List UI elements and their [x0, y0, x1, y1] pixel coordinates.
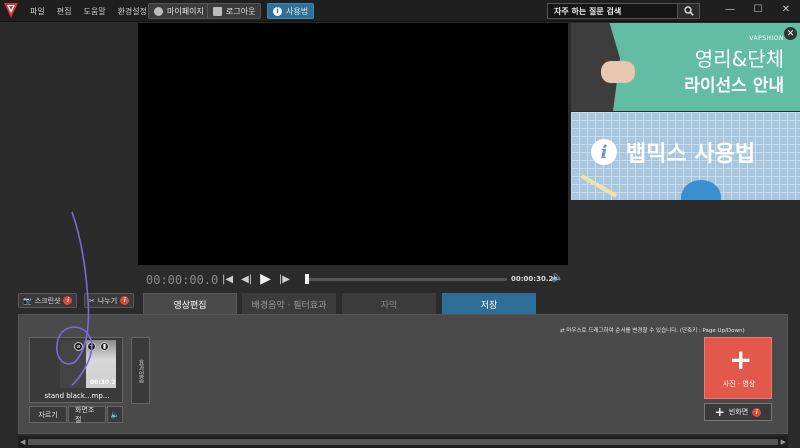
step-back-icon[interactable]: ◀|: [241, 274, 252, 285]
minimize-icon[interactable]: —: [716, 2, 744, 16]
maximize-icon[interactable]: ☐: [744, 2, 772, 16]
clip-volume-icon[interactable]: 🔈: [107, 406, 123, 423]
split-button[interactable]: ✂ 나누기 i: [84, 293, 135, 308]
blank-screen-button[interactable]: + 빈화면 i: [704, 403, 772, 421]
blank-screen-label: 빈화면: [728, 408, 749, 416]
top-bar: 파일 편집 도움말 환경설정 마이페이지 로그아웃 i 사용법 자주 하는 질문…: [0, 0, 800, 22]
info-icon[interactable]: i: [752, 407, 762, 417]
ad-bird-image: [681, 180, 721, 200]
close-window-icon[interactable]: ✕: [772, 2, 800, 16]
mypage-label: 마이페이지: [167, 6, 204, 16]
menu-bar: 파일 편집 도움말 환경설정: [30, 0, 147, 22]
logout-button[interactable]: 로그아웃: [207, 3, 262, 19]
tab-video-edit[interactable]: 영상편집: [143, 293, 237, 315]
info-icon: i: [591, 139, 617, 165]
reorder-hint-text: 마우스로 드래그하여 순서를 변경할 수 있습니다. (단축키 : Page U…: [566, 328, 745, 334]
ad-line-2: 라이선스 안내: [684, 76, 784, 96]
ad-brand: VAPSHION: [749, 35, 784, 42]
menu-help[interactable]: 도움말: [83, 6, 105, 17]
scroll-left-icon[interactable]: ◀: [20, 438, 25, 446]
delete-icon[interactable]: ▮: [100, 342, 109, 351]
split-label: 나누기: [97, 296, 118, 305]
step-forward-icon[interactable]: |▶: [279, 274, 290, 285]
scroll-right-icon[interactable]: ▶: [781, 438, 786, 446]
screenshot-button[interactable]: 📷 스크린샷 i: [18, 293, 78, 308]
camera-icon: 📷: [23, 296, 32, 305]
tab-music-filter[interactable]: 배경음악 · 필터효과: [242, 293, 336, 315]
ad-close-icon[interactable]: ✕: [784, 27, 797, 40]
ad-usage-title: 뱁믹스 사용법: [626, 142, 756, 167]
cut-button[interactable]: 자르기: [29, 406, 67, 423]
ad-banner-usage[interactable]: i 뱁믹스 사용법: [571, 112, 800, 200]
scissors-icon: ✂: [89, 296, 95, 305]
ad-banner-license[interactable]: VAPSHION 영리&단체 라이선스 안내 ✕: [571, 23, 800, 111]
play-icon[interactable]: ▶: [260, 271, 271, 287]
video-preview[interactable]: [138, 23, 568, 265]
tab-subtitle[interactable]: 자막: [342, 293, 436, 315]
tab-save[interactable]: 저장: [442, 293, 536, 315]
add-icon[interactable]: +: [87, 342, 96, 351]
screenshot-label: 스크린샷: [34, 296, 61, 305]
transition-effect-button[interactable]: 효과없음: [131, 337, 150, 404]
search-icon: [683, 6, 694, 16]
add-photo-video-label: 사진 · 영상: [722, 380, 756, 388]
usage-label: 사용법: [286, 6, 309, 16]
menu-file[interactable]: 파일: [30, 6, 45, 17]
link-icon[interactable]: ⌀: [74, 342, 83, 351]
clip-actions: ⌀ + ▮: [74, 342, 109, 351]
info-icon[interactable]: i: [63, 296, 73, 305]
info-icon[interactable]: i: [120, 296, 130, 305]
app-logo-icon: [4, 3, 18, 18]
end-timecode: 00:00:30.2: [511, 275, 554, 283]
ad-line-1: 영리&단체: [694, 47, 784, 71]
plus-icon: +: [714, 405, 725, 419]
timeline-scrollbar[interactable]: ◀ ▶: [18, 436, 788, 448]
menu-edit[interactable]: 편집: [57, 6, 72, 17]
clip-buttons: 자르기 화면조절 🔈: [29, 406, 123, 424]
faq-search[interactable]: 자주 하는 질문 검색: [547, 3, 700, 19]
current-timecode: 00:00:00.0: [146, 273, 219, 287]
usage-button[interactable]: i 사용법: [267, 3, 315, 19]
mypage-button[interactable]: 마이페이지: [148, 3, 210, 19]
window-controls: — ☐ ✕: [716, 2, 800, 16]
transport-controls: |◀ ◀| ▶ |▶: [222, 271, 290, 287]
clip-duration: 00:30.2: [90, 379, 116, 386]
plus-icon: +: [729, 343, 753, 376]
volume-icon[interactable]: 🔈: [551, 272, 563, 283]
menu-settings[interactable]: 환경설정: [118, 6, 147, 17]
screen-adjust-button[interactable]: 화면조절: [68, 406, 106, 424]
reorder-hint: ⇄ 마우스로 드래그하여 순서를 변경할 수 있습니다. (단축키 : Page…: [560, 328, 745, 334]
video-clip[interactable]: ⌀ + ▮ 00:30.2 stand black...mp...: [29, 337, 123, 403]
search-button[interactable]: [677, 4, 699, 18]
info-icon: i: [273, 6, 282, 16]
faq-search-input[interactable]: 자주 하는 질문 검색: [548, 6, 677, 17]
clip-name: stand black...mp...: [44, 392, 110, 400]
ad-pencil-image: [580, 174, 618, 198]
seek-handle[interactable]: [305, 274, 309, 284]
ad-hand-image: [601, 61, 635, 83]
seek-bar[interactable]: [305, 274, 507, 284]
logout-label: 로그아웃: [226, 6, 256, 16]
user-icon: [154, 6, 163, 16]
skip-start-icon[interactable]: |◀: [222, 274, 233, 285]
logout-icon: [213, 6, 222, 16]
add-photo-video-button[interactable]: + 사진 · 영상: [704, 337, 772, 399]
scroll-thumb[interactable]: [28, 439, 778, 445]
